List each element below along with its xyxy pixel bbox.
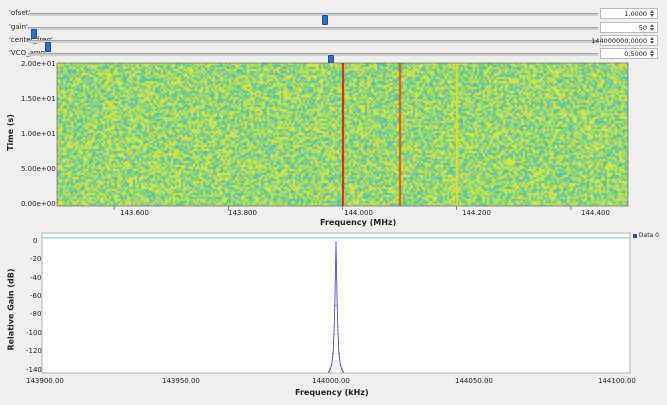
waterfall-y-axis-title: Time (s): [5, 114, 15, 151]
legend-label: Data 0: [638, 232, 659, 239]
control-row-ofset: 'ofset' 1,0000: [0, 8, 667, 25]
spectrum-x-tick: 144100.00: [598, 377, 636, 385]
waterfall-x-axis-title: Frequency (MHz): [320, 218, 397, 227]
spectrum-data-point: [330, 364, 333, 366]
spectrum-x-tick: 143950.00: [162, 377, 200, 385]
waterfall-y-tick: 1.00e+01: [21, 130, 56, 138]
spinbox-gain[interactable]: 50: [600, 22, 658, 33]
spectrum-x-tick: 144000.00: [312, 377, 350, 385]
spectrum-y-tick: -40: [30, 274, 42, 282]
waterfall-y-tick: 0.00e+00: [21, 200, 56, 208]
spinbox-center-freq[interactable]: 144000000,0000: [591, 35, 658, 46]
spectrum-data-point: [333, 333, 335, 336]
spin-arrows-icon[interactable]: [649, 36, 656, 45]
spin-arrows-icon[interactable]: [649, 49, 656, 58]
spinbox-value-gain[interactable]: 50: [639, 24, 647, 32]
spinbox-value-vco-amp[interactable]: 0,5000: [624, 50, 647, 58]
spectrum-data-point: [327, 371, 330, 373]
spectrum-data-point: [341, 368, 343, 370]
spectrum-data-point: [332, 352, 334, 355]
waterfall-panel: Time (s) Frequency (MHz) 2.00e+01 1.50e+…: [0, 60, 667, 230]
waterfall-x-tick: 144.000: [344, 209, 373, 217]
spectrum-data-point: [338, 352, 340, 355]
spectrum-y-tick: -20: [30, 255, 42, 263]
slider-track-vco-amp[interactable]: [28, 53, 598, 65]
waterfall-axes: [56, 62, 629, 210]
spin-arrows-icon[interactable]: [649, 9, 656, 18]
spectrum-data-point: [334, 304, 336, 307]
spectrum-data-point: [342, 371, 345, 373]
spectrum-x-tick: 143900.00: [26, 377, 64, 385]
waterfall-x-tick: 143.600: [120, 209, 149, 217]
spectrum-x-tick: 144050.00: [455, 377, 493, 385]
control-row-gain: 'gain' 50: [0, 22, 667, 39]
waterfall-x-tick: 144.200: [462, 209, 491, 217]
spectrum-x-axis-title: Frequency (kHz): [295, 388, 369, 397]
waterfall-frame: [56, 62, 629, 207]
waterfall-x-tick: 144.400: [581, 209, 610, 217]
spectrum-data-point: [329, 368, 331, 370]
spectrum-y-tick: -120: [26, 347, 42, 355]
waterfall-x-tick: 143.800: [228, 209, 257, 217]
spectrum-panel: Relative Gain (dB) Frequency (kHz) 0 -20…: [0, 230, 667, 405]
waterfall-y-tick: 1.50e+01: [21, 95, 56, 103]
control-label-gain: 'gain': [9, 23, 28, 31]
spinbox-value-center-freq[interactable]: 144000000,0000: [591, 37, 647, 45]
waterfall-y-tick: 2.00e+01: [21, 60, 56, 68]
spectrum-legend: Data 0: [633, 232, 659, 239]
spin-arrows-icon[interactable]: [649, 23, 656, 32]
spectrum-data-point: [339, 364, 342, 366]
slider-track-gain[interactable]: [28, 27, 598, 39]
spectrum-y-tick: 0: [33, 237, 38, 245]
spectrum-y-tick: -60: [30, 292, 42, 300]
spinbox-ofset[interactable]: 1,0000: [600, 8, 658, 19]
control-row-center-freq: 'center_freq' 144000000,0000: [0, 35, 667, 52]
spectrum-y-tick: -140: [26, 366, 42, 374]
spectrum-data-point: [337, 333, 339, 336]
spectrum-y-tick: -80: [30, 310, 42, 318]
slider-track-center-freq[interactable]: [28, 40, 598, 52]
spinbox-vco-amp[interactable]: 0,5000: [600, 48, 658, 59]
spectrum-data-point: [335, 241, 337, 244]
spectrum-data-point: [336, 304, 338, 307]
spectrum-y-tick: -100: [26, 329, 42, 337]
spinbox-value-ofset[interactable]: 1,0000: [624, 10, 647, 18]
spectrum-y-axis-title: Relative Gain (dB): [6, 268, 16, 351]
slider-track-ofset[interactable]: [28, 13, 598, 25]
waterfall-y-tick: 5.00e+00: [21, 165, 56, 173]
legend-swatch: [633, 233, 637, 238]
